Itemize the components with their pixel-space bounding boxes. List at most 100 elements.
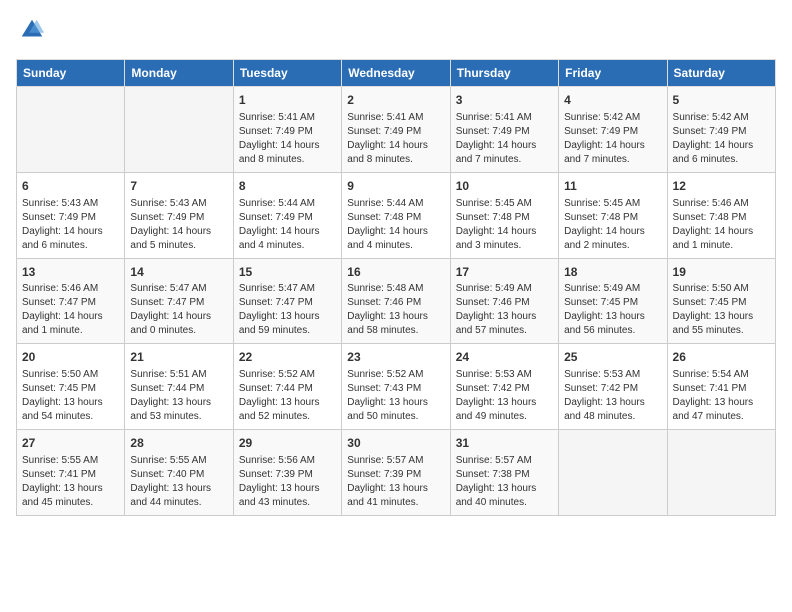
calendar-cell: 30 Sunrise: 5:57 AMSunset: 7:39 PMDayligh… bbox=[342, 430, 450, 516]
day-number: 1 bbox=[239, 92, 336, 109]
calendar-cell bbox=[559, 430, 667, 516]
day-number: 24 bbox=[456, 349, 553, 366]
calendar-cell: 10 Sunrise: 5:45 AMSunset: 7:48 PMDayligh… bbox=[450, 172, 558, 258]
calendar-cell: 29 Sunrise: 5:56 AMSunset: 7:39 PMDayligh… bbox=[233, 430, 341, 516]
day-info: Sunrise: 5:46 AMSunset: 7:48 PMDaylight:… bbox=[673, 197, 770, 253]
weekday-header: Saturday bbox=[667, 60, 775, 87]
calendar-cell: 25 Sunrise: 5:53 AMSunset: 7:42 PMDayligh… bbox=[559, 344, 667, 430]
day-info: Sunrise: 5:55 AMSunset: 7:40 PMDaylight:… bbox=[130, 454, 227, 510]
day-number: 5 bbox=[673, 92, 770, 109]
day-number: 12 bbox=[673, 178, 770, 195]
weekday-header: Tuesday bbox=[233, 60, 341, 87]
calendar-cell: 26 Sunrise: 5:54 AMSunset: 7:41 PMDayligh… bbox=[667, 344, 775, 430]
weekday-header: Friday bbox=[559, 60, 667, 87]
day-number: 28 bbox=[130, 435, 227, 452]
day-info: Sunrise: 5:48 AMSunset: 7:46 PMDaylight:… bbox=[347, 282, 444, 338]
day-number: 11 bbox=[564, 178, 661, 195]
day-number: 30 bbox=[347, 435, 444, 452]
day-number: 14 bbox=[130, 264, 227, 281]
calendar-cell: 2 Sunrise: 5:41 AMSunset: 7:49 PMDaylight… bbox=[342, 87, 450, 173]
day-number: 16 bbox=[347, 264, 444, 281]
calendar-cell: 7 Sunrise: 5:43 AMSunset: 7:49 PMDaylight… bbox=[125, 172, 233, 258]
calendar-cell: 21Sunrise: 5:51 AMSunset: 7:44 PMDayligh… bbox=[125, 344, 233, 430]
day-info: Sunrise: 5:41 AMSunset: 7:49 PMDaylight:… bbox=[456, 111, 553, 167]
day-info: Sunrise: 5:44 AMSunset: 7:49 PMDaylight:… bbox=[239, 197, 336, 253]
calendar-cell: 18Sunrise: 5:49 AMSunset: 7:45 PMDayligh… bbox=[559, 258, 667, 344]
day-number: 13 bbox=[22, 264, 119, 281]
calendar-cell: 3 Sunrise: 5:41 AMSunset: 7:49 PMDaylight… bbox=[450, 87, 558, 173]
day-info: Sunrise: 5:41 AMSunset: 7:49 PMDaylight:… bbox=[347, 111, 444, 167]
calendar-cell: 15Sunrise: 5:47 AMSunset: 7:47 PMDayligh… bbox=[233, 258, 341, 344]
day-info: Sunrise: 5:53 AMSunset: 7:42 PMDaylight:… bbox=[456, 368, 553, 424]
day-info: Sunrise: 5:50 AMSunset: 7:45 PMDaylight:… bbox=[22, 368, 119, 424]
day-info: Sunrise: 5:56 AMSunset: 7:39 PMDaylight:… bbox=[239, 454, 336, 510]
day-number: 17 bbox=[456, 264, 553, 281]
day-info: Sunrise: 5:54 AMSunset: 7:41 PMDaylight:… bbox=[673, 368, 770, 424]
day-number: 21 bbox=[130, 349, 227, 366]
day-number: 9 bbox=[347, 178, 444, 195]
day-info: Sunrise: 5:57 AMSunset: 7:39 PMDaylight:… bbox=[347, 454, 444, 510]
day-number: 26 bbox=[673, 349, 770, 366]
day-info: Sunrise: 5:45 AMSunset: 7:48 PMDaylight:… bbox=[564, 197, 661, 253]
calendar-cell: 8 Sunrise: 5:44 AMSunset: 7:49 PMDaylight… bbox=[233, 172, 341, 258]
calendar-week-row: 6Sunrise: 5:43 AMSunset: 7:49 PMDaylight… bbox=[17, 172, 776, 258]
day-number: 20 bbox=[22, 349, 119, 366]
calendar-cell: 6Sunrise: 5:43 AMSunset: 7:49 PMDaylight… bbox=[17, 172, 125, 258]
calendar-week-row: 27 Sunrise: 5:55 AMSunset: 7:41 PMDayligh… bbox=[17, 430, 776, 516]
calendar-table: SundayMondayTuesdayWednesdayThursdayFrid… bbox=[16, 59, 776, 516]
calendar-cell: 12 Sunrise: 5:46 AMSunset: 7:48 PMDayligh… bbox=[667, 172, 775, 258]
day-info: Sunrise: 5:49 AMSunset: 7:46 PMDaylight:… bbox=[456, 282, 553, 338]
day-info: Sunrise: 5:50 AMSunset: 7:45 PMDaylight:… bbox=[673, 282, 770, 338]
day-info: Sunrise: 5:57 AMSunset: 7:38 PMDaylight:… bbox=[456, 454, 553, 510]
calendar-cell: 4Sunrise: 5:42 AMSunset: 7:49 PMDaylight… bbox=[559, 87, 667, 173]
day-number: 18 bbox=[564, 264, 661, 281]
weekday-header: Sunday bbox=[17, 60, 125, 87]
day-number: 22 bbox=[239, 349, 336, 366]
day-number: 31 bbox=[456, 435, 553, 452]
day-number: 7 bbox=[130, 178, 227, 195]
day-info: Sunrise: 5:52 AMSunset: 7:44 PMDaylight:… bbox=[239, 368, 336, 424]
calendar-cell: 1 Sunrise: 5:41 AMSunset: 7:49 PMDaylight… bbox=[233, 87, 341, 173]
day-number: 29 bbox=[239, 435, 336, 452]
day-info: Sunrise: 5:55 AMSunset: 7:41 PMDaylight:… bbox=[22, 454, 119, 510]
calendar-header-row: SundayMondayTuesdayWednesdayThursdayFrid… bbox=[17, 60, 776, 87]
day-info: Sunrise: 5:45 AMSunset: 7:48 PMDaylight:… bbox=[456, 197, 553, 253]
day-number: 15 bbox=[239, 264, 336, 281]
weekday-header: Wednesday bbox=[342, 60, 450, 87]
calendar-week-row: 1 Sunrise: 5:41 AMSunset: 7:49 PMDaylight… bbox=[17, 87, 776, 173]
calendar-cell bbox=[125, 87, 233, 173]
day-info: Sunrise: 5:43 AMSunset: 7:49 PMDaylight:… bbox=[22, 197, 119, 253]
calendar-cell: 14Sunrise: 5:47 AMSunset: 7:47 PMDayligh… bbox=[125, 258, 233, 344]
calendar-cell: 24 Sunrise: 5:53 AMSunset: 7:42 PMDayligh… bbox=[450, 344, 558, 430]
day-number: 10 bbox=[456, 178, 553, 195]
day-number: 2 bbox=[347, 92, 444, 109]
day-info: Sunrise: 5:42 AMSunset: 7:49 PMDaylight:… bbox=[673, 111, 770, 167]
calendar-week-row: 20 Sunrise: 5:50 AMSunset: 7:45 PMDayligh… bbox=[17, 344, 776, 430]
day-number: 19 bbox=[673, 264, 770, 281]
day-info: Sunrise: 5:47 AMSunset: 7:47 PMDaylight:… bbox=[130, 282, 227, 338]
calendar-cell bbox=[17, 87, 125, 173]
day-info: Sunrise: 5:42 AMSunset: 7:49 PMDaylight:… bbox=[564, 111, 661, 167]
calendar-cell bbox=[667, 430, 775, 516]
day-info: Sunrise: 5:41 AMSunset: 7:49 PMDaylight:… bbox=[239, 111, 336, 167]
day-number: 27 bbox=[22, 435, 119, 452]
day-number: 3 bbox=[456, 92, 553, 109]
day-info: Sunrise: 5:43 AMSunset: 7:49 PMDaylight:… bbox=[130, 197, 227, 253]
calendar-cell: 28 Sunrise: 5:55 AMSunset: 7:40 PMDayligh… bbox=[125, 430, 233, 516]
day-info: Sunrise: 5:53 AMSunset: 7:42 PMDaylight:… bbox=[564, 368, 661, 424]
day-info: Sunrise: 5:49 AMSunset: 7:45 PMDaylight:… bbox=[564, 282, 661, 338]
logo-icon bbox=[18, 16, 46, 44]
weekday-header: Thursday bbox=[450, 60, 558, 87]
page-header bbox=[16, 16, 776, 49]
calendar-cell: 13Sunrise: 5:46 AMSunset: 7:47 PMDayligh… bbox=[17, 258, 125, 344]
calendar-cell: 5 Sunrise: 5:42 AMSunset: 7:49 PMDaylight… bbox=[667, 87, 775, 173]
calendar-cell: 27 Sunrise: 5:55 AMSunset: 7:41 PMDayligh… bbox=[17, 430, 125, 516]
day-info: Sunrise: 5:47 AMSunset: 7:47 PMDaylight:… bbox=[239, 282, 336, 338]
calendar-cell: 17Sunrise: 5:49 AMSunset: 7:46 PMDayligh… bbox=[450, 258, 558, 344]
day-info: Sunrise: 5:44 AMSunset: 7:48 PMDaylight:… bbox=[347, 197, 444, 253]
day-number: 8 bbox=[239, 178, 336, 195]
logo bbox=[16, 16, 46, 49]
calendar-cell: 9 Sunrise: 5:44 AMSunset: 7:48 PMDaylight… bbox=[342, 172, 450, 258]
day-number: 25 bbox=[564, 349, 661, 366]
calendar-cell: 22 Sunrise: 5:52 AMSunset: 7:44 PMDayligh… bbox=[233, 344, 341, 430]
